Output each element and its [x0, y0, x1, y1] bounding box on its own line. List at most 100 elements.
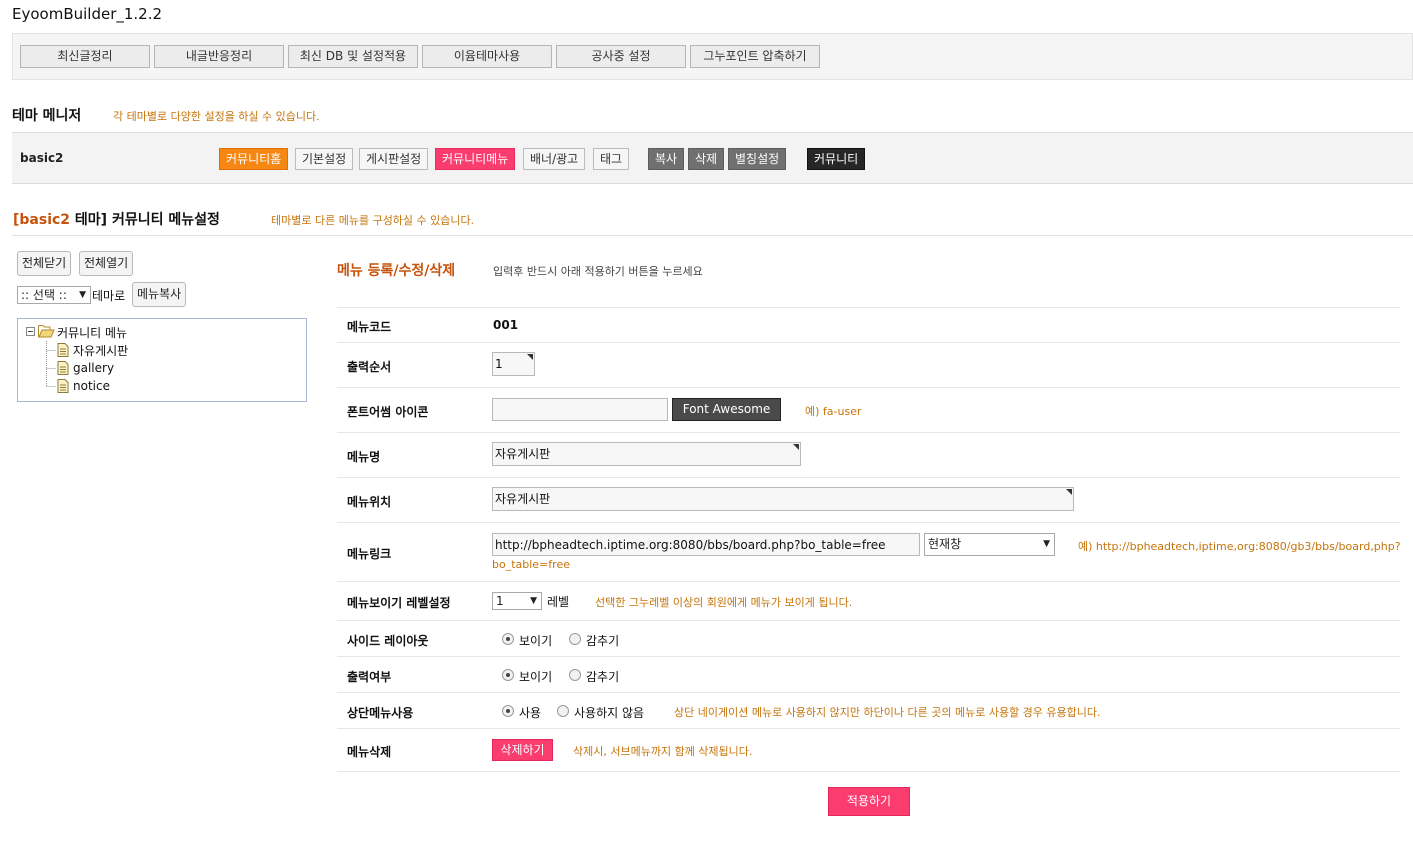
menu-code-value: 001: [493, 318, 519, 332]
side-layout-show-label: 보이기: [519, 634, 553, 648]
delete-menu-button[interactable]: 삭제하기: [492, 739, 553, 761]
row-divider: [337, 432, 1400, 433]
top-menu-use-radio[interactable]: [502, 705, 514, 717]
file-icon: [57, 379, 69, 393]
display-label: 출력여부: [347, 670, 392, 684]
top-menu-unused-label: 사용하지 않음: [574, 706, 645, 720]
level-note: 선택한 그누레벨 이상의 회원에게 메뉴가 보이게 됩니다.: [595, 596, 853, 609]
theme-suffix: 테마로: [92, 289, 126, 303]
tab-tags[interactable]: 태그: [593, 148, 630, 170]
menu-name-value: 자유게시판: [495, 447, 551, 461]
menu-location-value: 자유게시판: [495, 492, 551, 506]
display-show-radio[interactable]: [502, 669, 514, 681]
menu-link-label: 메뉴링크: [347, 547, 392, 561]
level-label: 메뉴보이기 레벨설정: [347, 596, 451, 610]
collapse-all-button[interactable]: 전체닫기: [17, 251, 72, 276]
menu-name-input[interactable]: 자유게시판: [492, 442, 801, 466]
copy-theme-button[interactable]: 복사: [648, 148, 685, 170]
level-suffix: 레벨: [547, 595, 570, 609]
font-awesome-button[interactable]: Font Awesome: [672, 398, 781, 421]
tree-item-notice[interactable]: notice: [73, 379, 110, 393]
row-divider: [337, 656, 1400, 657]
order-input[interactable]: 1: [492, 352, 535, 376]
form-hint: 입력후 반드시 아래 적용하기 버튼을 누르세요: [493, 265, 703, 278]
tree-root-item[interactable]: 커뮤니티 메뉴: [57, 324, 127, 341]
apply-recent-db-button[interactable]: 최신 DB 및 설정적용: [288, 45, 418, 68]
row-divider: [337, 477, 1400, 478]
row-divider: [337, 728, 1400, 729]
menu-location-input[interactable]: 자유게시판: [492, 487, 1074, 511]
resize-handle-icon: [793, 444, 799, 450]
compress-points-button[interactable]: 그누포인트 압축하기: [690, 45, 820, 68]
link-target-select[interactable]: 현재창 ▼: [924, 533, 1055, 556]
theme-manager-note: 각 테마별로 다양한 설정을 하실 수 있습니다.: [113, 110, 320, 123]
order-label: 출력순서: [347, 360, 392, 374]
icon-input[interactable]: [492, 398, 668, 421]
display-show-label: 보이기: [519, 670, 553, 684]
delete-theme-button[interactable]: 삭제: [688, 148, 725, 170]
chevron-down-icon: ▼: [79, 290, 86, 300]
display-hide-radio[interactable]: [569, 669, 581, 681]
theme-manager-title: 테마 메니저: [12, 108, 82, 124]
menu-name-label: 메뉴명: [347, 450, 381, 464]
community-button[interactable]: 커뮤니티: [807, 148, 866, 170]
construction-setting-button[interactable]: 공사중 설정: [556, 45, 686, 68]
display-hide-label: 감추기: [586, 670, 620, 684]
side-layout-hide-radio[interactable]: [569, 633, 581, 645]
level-select[interactable]: 1 ▼: [492, 592, 542, 610]
tab-community-home[interactable]: 커뮤니티홈: [219, 148, 289, 170]
chevron-down-icon: ▼: [1043, 539, 1050, 549]
side-layout-hide-label: 감추기: [586, 634, 620, 648]
resize-handle-icon: [527, 354, 533, 360]
delete-label: 메뉴삭제: [347, 745, 392, 759]
apply-button[interactable]: 적용하기: [828, 787, 910, 816]
cleanup-recent-posts-button[interactable]: 최신글정리: [20, 45, 150, 68]
app-title: EyoomBuilder_1.2.2: [12, 5, 163, 23]
order-input-value: 1: [495, 357, 503, 371]
page-note: 테마별로 다른 메뉴를 구성하실 수 있습니다.: [271, 214, 475, 227]
resize-handle-icon: [1066, 489, 1072, 495]
top-menu-note: 상단 네이게이션 메뉴로 사용하지 않지만 하단이나 다른 곳의 메뉴로 사용할…: [674, 706, 1101, 719]
theme-select-value: :: 선택 ::: [21, 288, 67, 302]
menu-tree: 커뮤니티 메뉴 자유게시판 gallery notice: [17, 318, 307, 402]
page-title-rest: 테마] 커뮤니티 메뉴설정: [70, 212, 220, 228]
expand-all-button[interactable]: 전체열기: [79, 251, 134, 276]
row-divider: [337, 307, 1400, 308]
side-layout-label: 사이드 레이아웃: [347, 634, 429, 648]
cleanup-my-reactions-button[interactable]: 내글반응정리: [154, 45, 284, 68]
menu-code-label: 메뉴코드: [347, 320, 392, 334]
copy-menu-button[interactable]: 메뉴복사: [132, 282, 187, 307]
top-menu-use-label: 사용: [519, 706, 542, 720]
row-divider: [337, 620, 1400, 621]
tab-community-menu[interactable]: 커뮤니티메뉴: [435, 148, 516, 170]
alias-setting-button[interactable]: 별칭설정: [728, 148, 787, 170]
menu-link-input[interactable]: http://bpheadtech.iptime.org:8080/bbs/bo…: [492, 533, 920, 556]
page-title: [basic2 테마] 커뮤니티 메뉴설정: [13, 209, 220, 229]
tab-basic-settings[interactable]: 기본설정: [295, 148, 354, 170]
link-example-line1: 예) http://bpheadtech,iptime,org:8080/gb3…: [1078, 540, 1401, 553]
tree-item-gallery[interactable]: gallery: [73, 361, 114, 375]
theme-select[interactable]: :: 선택 :: ▼: [17, 286, 91, 304]
side-layout-show-radio[interactable]: [502, 633, 514, 645]
form-title: 메뉴 등록/수정/삭제: [337, 263, 456, 279]
theme-name: basic2: [20, 151, 64, 165]
row-divider: [337, 771, 1400, 772]
file-icon: [57, 343, 69, 357]
top-menu-unused-radio[interactable]: [557, 705, 569, 717]
row-divider: [337, 581, 1400, 582]
row-divider: [337, 522, 1400, 523]
folder-open-icon: [38, 325, 55, 338]
tab-board-settings[interactable]: 게시판설정: [359, 148, 429, 170]
icon-example: 예) fa-user: [805, 405, 862, 418]
page-divider: [12, 235, 1413, 236]
file-icon: [57, 361, 69, 375]
delete-note: 삭제시, 서브메뉴까지 함께 삭제됩니다.: [573, 745, 753, 758]
tree-item-free-board[interactable]: 자유게시판: [73, 342, 128, 359]
icon-label: 폰트어썸 아이콘: [347, 405, 429, 419]
tab-banner-ad[interactable]: 배너/광고: [523, 148, 586, 170]
admin-toolbar: 최신글정리 내글반응정리 최신 DB 및 설정적용 이윰테마사용 공사중 설정 …: [12, 33, 1413, 80]
menu-link-value: http://bpheadtech.iptime.org:8080/bbs/bo…: [495, 538, 886, 552]
use-eyoom-theme-button[interactable]: 이윰테마사용: [422, 45, 552, 68]
top-menu-label: 상단메뉴사용: [347, 706, 414, 720]
row-divider: [337, 387, 1400, 388]
